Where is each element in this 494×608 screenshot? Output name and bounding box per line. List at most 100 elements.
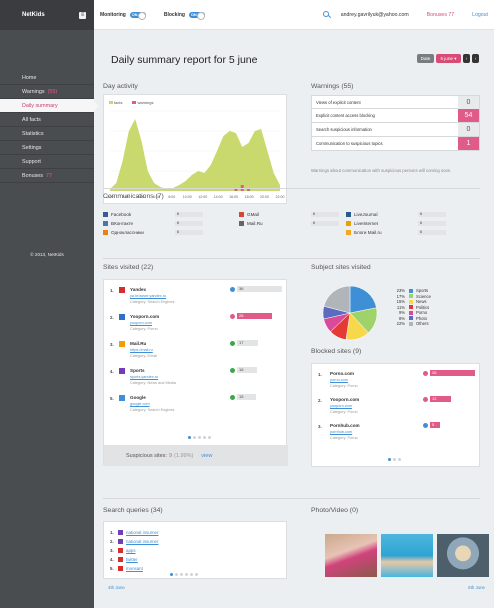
blocked-url[interactable]: pornhub.com: [330, 430, 352, 434]
photo-thumb-2[interactable]: [381, 534, 433, 577]
warning-row[interactable]: Communication to suspicious topics 1: [311, 137, 480, 151]
status-dot: [230, 313, 235, 319]
sites-title: Sites visited (22): [103, 264, 154, 271]
site-row[interactable]: 5. Google google.com Category: Search Engin…: [110, 394, 286, 421]
pie-legend-pct: 9%: [398, 310, 405, 316]
query-rank: 5.: [110, 566, 114, 571]
communication-row[interactable]: Одноклассники 6: [103, 228, 223, 237]
blocked-url[interactable]: yooporn.com: [330, 404, 352, 408]
site-favicon-icon: [119, 287, 125, 293]
sites-pager[interactable]: [188, 436, 213, 439]
warning-row[interactable]: Views of explicit content 0: [311, 95, 480, 109]
query-link[interactable]: monsant: [126, 566, 143, 571]
site-name[interactable]: Mail.Ru: [130, 341, 146, 346]
site-name[interactable]: Google: [130, 395, 146, 400]
blocked-row[interactable]: 1. Porno.com porno.com Category: Porno 26: [318, 370, 478, 396]
query-link[interactable]: apps: [126, 548, 136, 553]
next-day-button[interactable]: ›: [472, 54, 479, 63]
communication-count: 6: [175, 230, 203, 235]
blocked-row[interactable]: 2. Yooporn.com yooporn.com Category: Porno 1…: [318, 396, 478, 422]
day-activity-title: Day activity: [103, 83, 138, 90]
blocked-name[interactable]: Yooporn.com: [330, 397, 359, 402]
site-row[interactable]: 3. Mail.Ru https://mail.ru Category: Email 1…: [110, 340, 286, 367]
communication-row[interactable]: Mail.Ru 6: [239, 219, 359, 228]
photo-thumb-1[interactable]: [325, 534, 377, 577]
sidebar-item-warnings[interactable]: Warnings (55): [0, 85, 94, 99]
search-query-row[interactable]: 4. twitter: [110, 555, 158, 564]
search-query-row[interactable]: 3. apps: [110, 546, 158, 555]
prev-day-button[interactable]: ‹: [463, 54, 470, 63]
site-row[interactable]: 1. Yandex ya.browser.yandex.ru Category: Se…: [110, 286, 286, 313]
prev-day-link[interactable]: 4th June: [108, 585, 125, 590]
communication-count: 6: [311, 212, 339, 217]
sidebar-item-daily-summary[interactable]: Daily summary: [0, 99, 99, 113]
site-favicon-icon: [119, 368, 125, 374]
blocked-rank: 1.: [318, 372, 322, 377]
site-name[interactable]: Sports: [130, 368, 145, 373]
query-link[interactable]: national insurner: [126, 539, 158, 544]
site-row[interactable]: 4. Sports sports.yandex.ru Category: News a…: [110, 367, 286, 394]
communications-column: GMail 6 Mail.Ru 6: [239, 210, 359, 228]
communication-row[interactable]: ВКонтакте 6: [103, 219, 223, 228]
sidebar-item-bonuses[interactable]: Bonuses 77: [0, 169, 94, 183]
search-query-row[interactable]: 1. national insurner: [110, 528, 158, 537]
facebook-icon: [103, 212, 108, 217]
sidebar-item-all-facts[interactable]: All facts: [0, 113, 94, 127]
x-tick-label: 20:00: [260, 195, 269, 199]
date-select[interactable]: 5 june ▾: [436, 54, 461, 63]
blocking-toggle[interactable]: ON: [188, 11, 205, 20]
site-url[interactable]: https://mail.ru: [130, 348, 153, 352]
search-icon[interactable]: [322, 10, 331, 19]
date-select-value: 5 june: [440, 56, 453, 61]
sidebar-nav: Home Warnings (55) Daily summary All facts St…: [0, 71, 99, 183]
communication-row[interactable]: LiveInternet 6: [346, 219, 466, 228]
next-day-link[interactable]: 6th June: [468, 585, 485, 590]
suspicious-count: 9: [168, 452, 173, 459]
communication-name: Mail.Ru: [247, 221, 263, 226]
communication-row[interactable]: Facebook 6: [103, 210, 223, 219]
sidebar-item-statistics[interactable]: Statistics: [0, 127, 94, 141]
search-engine-icon: [118, 566, 123, 571]
site-visits: 16: [230, 367, 257, 373]
photo-thumb-3[interactable]: [437, 534, 489, 577]
site-name[interactable]: Yandex: [130, 287, 146, 292]
sidebar-collapse-icon[interactable]: ≡: [79, 11, 86, 19]
sidebar-item-support[interactable]: Support: [0, 155, 94, 169]
logout-link[interactable]: Logout: [472, 12, 488, 18]
bonuses-link[interactable]: Bonuses 77: [427, 12, 454, 18]
site-url[interactable]: ya.browser.yandex.ru: [130, 294, 166, 298]
site-row[interactable]: 2. Yooporn.com yooporn.com Category: Porno 2…: [110, 313, 286, 340]
queries-pager[interactable]: [170, 573, 200, 576]
monitoring-toggle[interactable]: ON: [129, 11, 146, 20]
suspicious-view-link[interactable]: view: [201, 453, 212, 459]
sidebar-item-settings[interactable]: Settings: [0, 141, 94, 155]
site-url[interactable]: google.com: [130, 402, 150, 406]
blogs-icon: [346, 230, 351, 235]
pie-legend-swatch: [409, 310, 413, 315]
photo-title: Photo/Video (0): [311, 507, 359, 514]
blocked-pager[interactable]: [388, 458, 403, 461]
visits-bar: 17: [237, 340, 259, 346]
blocked-name[interactable]: Porno.com: [330, 371, 354, 376]
date-button[interactable]: Date: [417, 54, 434, 63]
status-dot: [230, 367, 235, 373]
search-query-row[interactable]: 2. national insurner: [110, 537, 158, 546]
query-link[interactable]: national insurner: [126, 530, 158, 535]
warning-row[interactable]: Explicit content access blocking 54: [311, 109, 480, 123]
site-url[interactable]: sports.yandex.ru: [130, 375, 158, 379]
search-query-row[interactable]: 5. monsant: [110, 564, 158, 573]
communication-row[interactable]: LiveJournal 6: [346, 210, 466, 219]
query-rank: 2.: [110, 539, 114, 544]
blocked-url[interactable]: porno.com: [330, 378, 348, 382]
warning-row[interactable]: Search suspicious information 0: [311, 123, 480, 137]
pie-legend-label: News: [416, 299, 427, 305]
communication-row[interactable]: Блоги Mail.ru 6: [346, 228, 466, 237]
query-link[interactable]: twitter: [126, 557, 138, 562]
blocked-row[interactable]: 3. Pornhub.com pornhub.com Category: Porno 5: [318, 422, 478, 448]
site-url[interactable]: yooporn.com: [130, 321, 152, 325]
blocked-name[interactable]: Pornhub.com: [330, 423, 360, 428]
site-name[interactable]: Yooporn.com: [130, 314, 159, 319]
communication-row[interactable]: GMail 6: [239, 210, 359, 219]
app-logo[interactable]: NetKids: [22, 12, 45, 18]
sidebar-item-home[interactable]: Home: [0, 71, 94, 85]
